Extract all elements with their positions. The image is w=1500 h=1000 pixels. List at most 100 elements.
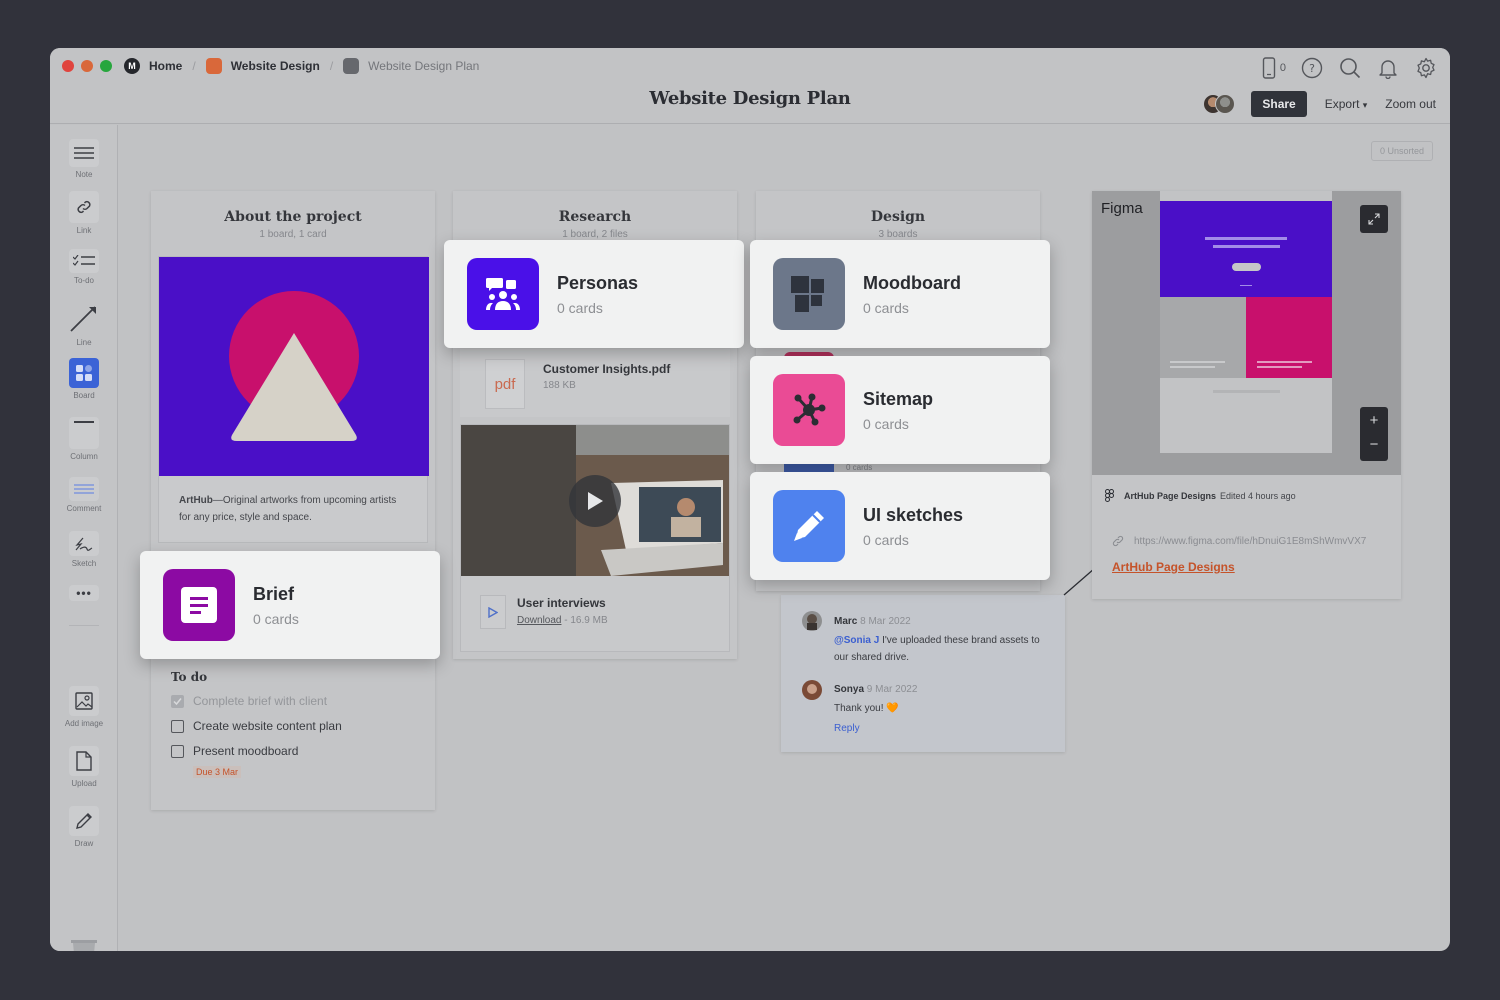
zoom-in-button[interactable]: + [1360, 407, 1388, 434]
todo-item[interactable]: Present moodboard [171, 744, 421, 758]
export-label: Export [1324, 97, 1360, 111]
unsorted-button[interactable]: 0 Unsorted [1370, 141, 1433, 161]
image-caption: ArtHub—Original artworks from upcoming a… [159, 476, 427, 542]
tool-comment[interactable]: Comment [50, 477, 118, 513]
breadcrumb: M Home / Website Design / Website Design… [124, 58, 479, 74]
comment-icon [69, 477, 99, 501]
upload-icon [69, 746, 99, 776]
tool-label: Draw [74, 839, 94, 848]
more-icon: ••• [69, 585, 99, 601]
file-size: 188 KB [543, 380, 576, 391]
collaborator-avatars[interactable] [1203, 94, 1236, 114]
checkbox[interactable] [171, 719, 184, 733]
note-icon [69, 139, 99, 167]
help-icon[interactable]: ? [1300, 56, 1324, 80]
column-about-the-project[interactable]: About the project 1 board, 1 card ArtHub… [151, 191, 435, 810]
mention-link[interactable]: @Sonia J [834, 635, 879, 646]
image-icon [69, 686, 99, 716]
avatar [802, 611, 822, 631]
close-window-button[interactable] [62, 60, 74, 72]
tool-upload[interactable]: Upload [50, 746, 118, 788]
comment: Marc 8 Mar 2022 @Sonia J I've uploaded t… [834, 613, 1049, 666]
checkbox[interactable] [171, 744, 184, 758]
tool-label: Link [76, 226, 92, 235]
file-name: Customer Insights.pdf [543, 362, 671, 376]
checkbox-checked[interactable] [171, 694, 184, 708]
chevron-down-icon: ▾ [1362, 100, 1368, 110]
board-card-sitemap[interactable]: Sitemap 0 cards [750, 356, 1050, 464]
hidden-board-count: 0 cards [846, 463, 873, 472]
pdf-file-card[interactable]: pdf Customer Insights.pdf 188 KB [460, 349, 730, 417]
moodboard-icon [773, 258, 845, 330]
board-name: Sitemap [863, 388, 934, 409]
comment-text: Thank you! 🧡 [834, 703, 899, 714]
board-count: 0 cards [253, 610, 299, 627]
video-name: User interviews [517, 596, 606, 610]
settings-gear-icon[interactable] [1414, 56, 1438, 80]
column-icon [69, 417, 99, 449]
breadcrumb-home[interactable]: Home [149, 59, 182, 73]
due-date-badge[interactable]: Due 3 Mar [193, 766, 242, 778]
tool-link[interactable]: Link [50, 191, 118, 235]
reply-button[interactable]: Reply [834, 720, 1049, 737]
figma-label: Figma [1101, 200, 1143, 217]
todo-item[interactable]: Create website content plan [171, 719, 421, 733]
artwork-image-card[interactable]: ArtHub—Original artworks from upcoming a… [158, 256, 429, 543]
board-card-moodboard[interactable]: Moodboard 0 cards [750, 240, 1050, 348]
link-icon [69, 191, 99, 223]
tool-label: Note [75, 170, 93, 179]
figma-url[interactable]: https://www.figma.com/file/hDnuiG1E8mShW… [1112, 535, 1366, 547]
tool-draw[interactable]: Draw [50, 806, 118, 848]
share-button[interactable]: Share [1251, 91, 1307, 117]
play-button[interactable] [569, 475, 621, 527]
comment-thread[interactable]: Marc 8 Mar 2022 @Sonia J I've uploaded t… [781, 595, 1065, 752]
board-name: Personas [557, 272, 639, 293]
maximize-window-button[interactable] [100, 60, 112, 72]
video-file-icon [480, 595, 506, 629]
board-count: 0 cards [557, 299, 603, 316]
tool-sketch[interactable]: Sketch [50, 531, 118, 568]
line-icon [69, 301, 99, 335]
tool-label: Line [76, 338, 92, 347]
tool-add-image[interactable]: Add image [50, 686, 118, 728]
comment: Sonya 9 Mar 2022 Thank you! 🧡 Reply [834, 681, 1049, 737]
comment-author: Marc [834, 616, 858, 627]
breadcrumb-website-design[interactable]: Website Design [231, 59, 320, 73]
tool-note[interactable]: Note [50, 139, 118, 179]
search-icon[interactable] [1338, 56, 1362, 80]
device-button[interactable]: 0 [1262, 56, 1286, 80]
board-name: Brief [253, 583, 295, 604]
tool-board[interactable]: Board [50, 358, 118, 400]
figma-embed-card[interactable]: Figma + − ArtHub Page Designs Edited 4 h… [1092, 191, 1401, 599]
minimize-window-button[interactable] [81, 60, 93, 72]
personas-icon [467, 258, 539, 330]
sitemap-icon [773, 374, 845, 446]
export-button[interactable]: Export ▾ [1325, 97, 1368, 111]
zoom-out-icon-button[interactable]: − [1360, 434, 1388, 461]
zoom-out-button[interactable]: Zoom out [1385, 97, 1436, 111]
top-icons: 0 ? [1262, 56, 1438, 80]
tool-line[interactable]: Line [50, 301, 118, 347]
figma-file-name: ArtHub Page Designs [1124, 490, 1217, 501]
tool-todo[interactable]: To-do [50, 249, 118, 285]
caption-bold: ArtHub [179, 495, 213, 506]
board-card-personas[interactable]: Personas 0 cards [444, 240, 744, 348]
board-card-ui-sketches[interactable]: UI sketches 0 cards [750, 472, 1050, 580]
notifications-bell-icon[interactable] [1376, 56, 1400, 80]
column-title: Design [870, 209, 926, 225]
board-canvas[interactable]: 0 Unsorted About the project 1 board, 1 … [119, 125, 1450, 951]
todo-item[interactable]: Complete brief with client [171, 694, 421, 708]
milanote-logo-icon: M [124, 58, 140, 74]
tool-column[interactable]: Column [50, 417, 118, 461]
artwork-image [159, 257, 429, 476]
tool-trash[interactable]: Trash [50, 938, 118, 951]
column-subtitle: 1 board, 1 card [259, 229, 327, 240]
download-link[interactable]: Download [517, 615, 561, 626]
tool-label: Comment [66, 504, 102, 513]
figma-link-title[interactable]: ArtHub Page Designs [1112, 560, 1235, 574]
trash-icon [69, 938, 99, 951]
expand-button[interactable] [1360, 205, 1388, 233]
tool-more[interactable]: ••• [50, 585, 118, 604]
video-card[interactable]: User interviews Download - 16.9 MB [460, 424, 730, 652]
board-card-brief[interactable]: Brief 0 cards [140, 551, 440, 659]
